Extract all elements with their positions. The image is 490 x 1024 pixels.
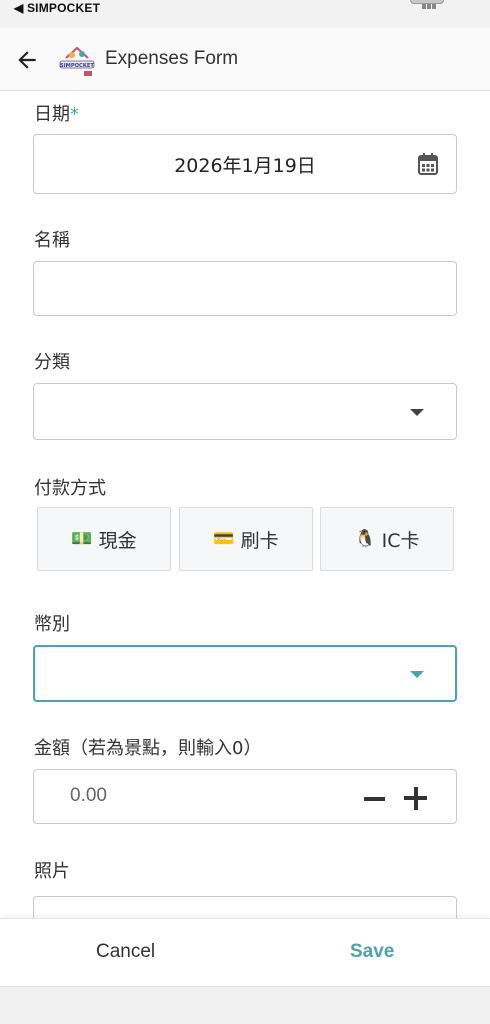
required-marker: * — [70, 104, 79, 125]
back-arrow-icon[interactable] — [14, 47, 40, 73]
payment-option-cash[interactable]: 💵 現金 — [37, 507, 171, 571]
payment-option-card[interactable]: 💳 刷卡 — [179, 507, 313, 571]
app-logo: SIMPOCKET — [59, 46, 94, 76]
save-button[interactable]: Save — [350, 941, 394, 963]
svg-text:SIMPOCKET: SIMPOCKET — [60, 63, 94, 69]
amount-field[interactable]: 0.00 — [33, 769, 457, 824]
calendar-icon[interactable] — [417, 152, 439, 176]
plus-icon[interactable] — [404, 787, 427, 810]
payment-option-ic-card[interactable]: 🐧 IC卡 — [320, 507, 454, 571]
penguin-icon: 🐧 — [354, 529, 376, 549]
system-bottom-area — [0, 986, 490, 1024]
name-input[interactable] — [33, 261, 457, 316]
page-title: Expenses Form — [105, 48, 239, 69]
status-back-link[interactable]: ◀ SIMPOCKET — [14, 1, 100, 15]
category-select[interactable] — [33, 383, 457, 440]
photo-field[interactable] — [33, 896, 457, 918]
currency-select[interactable] — [33, 645, 457, 702]
payment-label: 付款方式 — [34, 478, 106, 499]
cancel-button[interactable]: Cancel — [96, 941, 155, 963]
app-header: SIMPOCKET Expenses Form — [0, 28, 490, 91]
date-value: 2026年1月19日 — [174, 155, 316, 177]
dropdown-arrow-icon — [410, 671, 424, 678]
category-label: 分類 — [34, 352, 70, 373]
date-field[interactable]: 2026年1月19日 — [33, 134, 457, 194]
photo-label: 照片 — [34, 861, 70, 882]
expenses-form: 日期* 2026年1月19日 名稱 分類 付款方式 💵 現金 💳 刷卡 🐧 IC… — [0, 92, 490, 918]
dropdown-arrow-icon — [410, 409, 424, 416]
name-label: 名稱 — [34, 230, 70, 251]
amount-label: 金額（若為景點，則輸入0） — [34, 738, 262, 759]
credit-card-icon: 💳 — [213, 529, 235, 549]
amount-input[interactable]: 0.00 — [70, 785, 107, 807]
battery-icon — [410, 0, 444, 4]
payment-option-label: IC卡 — [381, 529, 420, 552]
date-label: 日期* — [34, 104, 79, 125]
cash-icon: 💵 — [71, 529, 93, 549]
currency-label: 幣別 — [34, 614, 70, 635]
status-bar: ◀ SIMPOCKET — [0, 0, 490, 28]
minus-icon[interactable] — [364, 797, 385, 801]
payment-option-label: 現金 — [98, 529, 137, 552]
payment-option-label: 刷卡 — [240, 529, 279, 552]
form-footer: Cancel Save — [0, 918, 490, 986]
